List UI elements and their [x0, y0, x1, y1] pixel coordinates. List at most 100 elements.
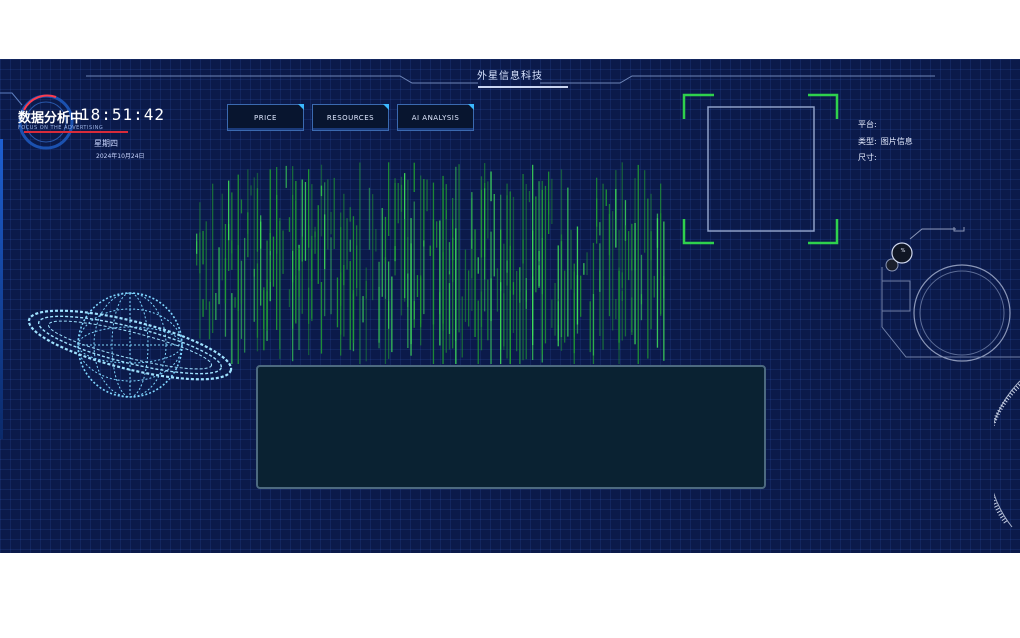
matrix-glyph-column: [522, 174, 524, 264]
matrix-glyph-column: [372, 194, 374, 301]
matrix-glyph-column: [503, 243, 505, 347]
matrix-glyph-column: [490, 171, 492, 202]
matrix-glyph-column: [381, 208, 383, 297]
matrix-glyph-column: [471, 192, 473, 249]
matrix-glyph-column: [228, 180, 230, 241]
matrix-glyph-column: [240, 199, 243, 214]
matrix-glyph-column: [388, 261, 390, 329]
matrix-glyph-column: [308, 169, 310, 248]
matrix-glyph-column: [480, 189, 483, 258]
matrix-glyph-column: [500, 194, 502, 291]
matrix-glyph-column: [375, 229, 377, 252]
matrix-glyph-column: [352, 216, 355, 344]
matrix-glyph-column: [285, 165, 287, 188]
matrix-glyph-column: [592, 294, 595, 356]
matrix-glyph-column: [231, 192, 233, 270]
matrix-glyph-column: [477, 257, 479, 274]
matrix-glyph-column: [320, 164, 323, 237]
matrix-glyph-column: [484, 188, 486, 312]
matrix-glyph-column: [340, 227, 342, 356]
edge-arc-ticks: [994, 380, 1020, 528]
matrix-glyph-column: [429, 245, 431, 256]
matrix-glyph-column: [247, 212, 249, 258]
info-type-value: 图片信息: [880, 137, 913, 146]
matrix-glyph-column: [621, 162, 623, 341]
matrix-glyph-column: [557, 301, 559, 341]
tab-resources[interactable]: RESOURCES: [312, 104, 389, 131]
matrix-glyph-column: [330, 237, 332, 315]
matrix-glyph-column: [432, 182, 435, 364]
matrix-glyph-column: [308, 287, 310, 324]
matrix-glyph-column: [548, 201, 550, 215]
matrix-glyph-column: [589, 301, 591, 353]
matrix-glyph-column: [320, 282, 323, 354]
matrix-glyph-column: [535, 196, 537, 293]
ring-gauge-value: %: [900, 248, 906, 254]
matrix-glyph-column: [487, 181, 489, 239]
matrix-glyph-column: [391, 276, 393, 353]
info-size: 尺寸:: [858, 152, 881, 163]
matrix-glyph-column: [660, 183, 662, 315]
matrix-glyph-column: [602, 183, 604, 350]
matrix-glyph-column: [269, 169, 271, 252]
tab-ai-analysis[interactable]: AI ANALYSIS: [397, 104, 474, 131]
matrix-glyph-column: [442, 188, 444, 331]
matrix-glyph-column: [445, 210, 447, 353]
matrix-glyph-column: [532, 164, 534, 346]
matrix-glyph-column: [330, 211, 332, 235]
matrix-glyph-column: [448, 283, 451, 334]
matrix-glyph-column: [576, 226, 579, 325]
matrix-glyph-column: [621, 290, 623, 301]
matrix-glyph-column: [509, 245, 511, 364]
matrix-glyph-column: [324, 182, 326, 317]
info-size-label: 尺寸:: [858, 153, 877, 162]
matrix-glyph-column: [384, 216, 387, 264]
clock-time: 18:51:42: [80, 105, 166, 124]
matrix-glyph-column: [490, 278, 492, 322]
matrix-glyph-column: [327, 179, 329, 250]
matrix-glyph-column: [196, 233, 198, 254]
info-type-label: 类型:: [858, 137, 877, 146]
matrix-glyph-column: [653, 275, 655, 298]
matrix-glyph-column: [608, 204, 611, 317]
matrix-glyph-column: [618, 270, 620, 343]
matrix-glyph-column: [519, 267, 521, 299]
matrix-glyph-column: [301, 236, 303, 314]
matrix-glyph-column: [407, 273, 409, 348]
matrix-glyph-column: [266, 240, 268, 332]
matrix-glyph-column: [567, 187, 569, 337]
matrix-glyph-column: [477, 300, 479, 364]
matrix-glyph-column: [455, 166, 457, 342]
clock-status-title: 数据分析中: [18, 111, 84, 126]
matrix-glyph-column: [333, 177, 335, 249]
matrix-glyph-column: [631, 297, 633, 333]
matrix-glyph-column: [420, 277, 422, 346]
matrix-glyph-column: [615, 299, 617, 320]
matrix-glyph-column: [413, 162, 415, 192]
matrix-glyph-column: [506, 260, 508, 273]
matrix-glyph-column: [253, 177, 255, 277]
matrix-glyph-column: [349, 239, 351, 252]
info-platform-label: 平台:: [858, 120, 877, 129]
matrix-glyph-column: [519, 292, 521, 364]
matrix-glyph-column: [250, 185, 252, 196]
matrix-glyph-column: [496, 268, 499, 312]
matrix-glyph-column: [356, 225, 358, 288]
matrix-glyph-column: [628, 231, 630, 281]
tab-price[interactable]: PRICE: [227, 104, 304, 131]
matrix-glyph-column: [202, 230, 204, 265]
matrix-glyph-column: [413, 201, 415, 320]
clock-red-underline: [24, 131, 128, 133]
matrix-glyph-column: [525, 278, 527, 309]
dashboard-stage: 外星信息科技 数据分析中 18:51:42 FOCUS ON THE ADVER…: [0, 59, 1020, 553]
matrix-glyph-column: [560, 169, 563, 351]
matrix-glyph-column: [288, 289, 291, 308]
matrix-glyph-column: [368, 187, 371, 250]
matrix-glyph-column: [426, 179, 428, 212]
matrix-glyph-column: [295, 201, 297, 269]
matrix-glyph-column: [551, 299, 553, 328]
matrix-glyph-column: [388, 162, 390, 236]
matrix-glyph-column: [644, 170, 646, 253]
matrix-glyph-column: [314, 226, 316, 238]
matrix-glyph-column: [599, 222, 601, 236]
